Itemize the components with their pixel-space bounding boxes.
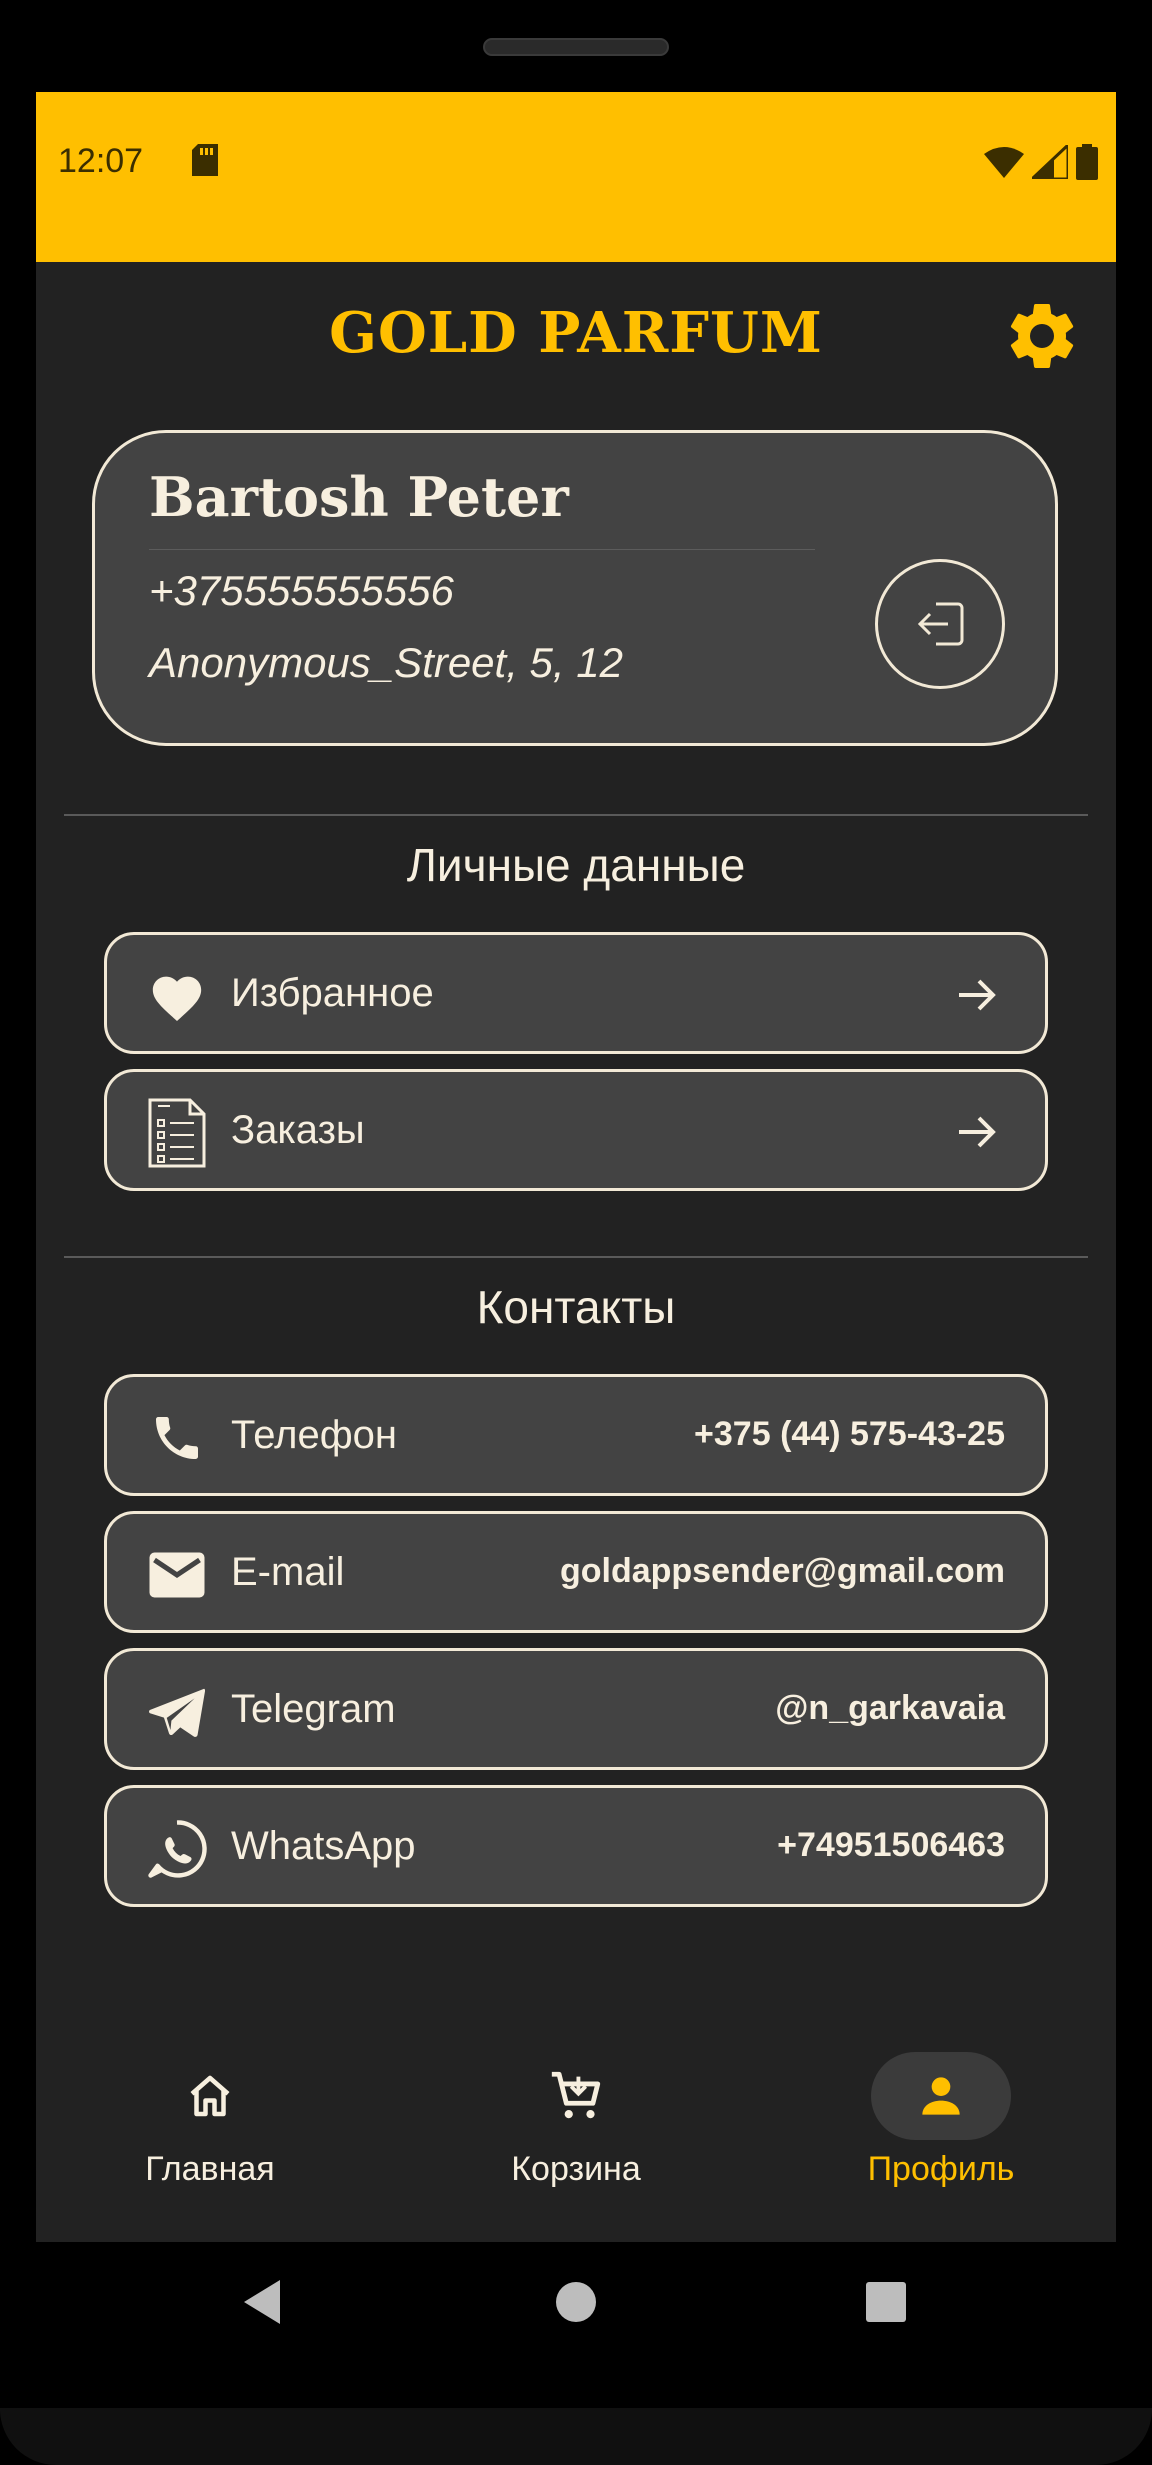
personal-section-title: Личные данные bbox=[406, 839, 746, 891]
speaker-grille bbox=[483, 38, 669, 56]
device-frame: 12:07 GOLD PARFUM Bartosh Peter +3755555… bbox=[0, 0, 1152, 2465]
cart-icon bbox=[551, 2071, 601, 2119]
back-triangle-icon bbox=[244, 2280, 280, 2324]
section-divider bbox=[64, 814, 1088, 816]
orders-row[interactable]: Заказы bbox=[104, 1069, 1048, 1191]
contact-phone-row[interactable]: Телефон +375 (44) 575-43-25 bbox=[104, 1374, 1048, 1496]
favorites-label: Избранное bbox=[231, 971, 434, 1015]
contact-email-value: goldappsender@gmail.com bbox=[559, 1552, 1005, 1590]
bottom-navigation: Главная Корзина Профиль bbox=[36, 2022, 1116, 2242]
profile-address: Anonymous_Street, 5, 12 bbox=[149, 639, 623, 686]
wifi-icon bbox=[984, 147, 1024, 178]
profile-divider bbox=[149, 549, 815, 550]
nav-home[interactable]: Главная bbox=[60, 2022, 360, 2222]
mail-icon bbox=[147, 1545, 207, 1605]
nav-profile[interactable]: Профиль bbox=[791, 2022, 1091, 2222]
contact-whatsapp-label: WhatsApp bbox=[231, 1824, 416, 1868]
profile-name: Bartosh Peter bbox=[149, 465, 569, 529]
arrow-right-icon bbox=[959, 1116, 996, 1148]
bottom-bezel bbox=[0, 2408, 1152, 2465]
home-circle-icon bbox=[556, 2282, 596, 2322]
favorites-row[interactable]: Избранное bbox=[104, 932, 1048, 1054]
contact-whatsapp-value: +74951506463 bbox=[777, 1826, 1005, 1864]
home-icon bbox=[190, 2075, 230, 2117]
nav-cart[interactable]: Корзина bbox=[426, 2022, 726, 2222]
status-bar: 12:07 bbox=[36, 92, 1116, 262]
system-navigation-bar bbox=[0, 2242, 1152, 2370]
telegram-icon bbox=[147, 1682, 207, 1742]
sd-card-icon bbox=[192, 144, 218, 176]
contact-email-row[interactable]: E-mail goldappsender@gmail.com bbox=[104, 1511, 1048, 1633]
recents-button[interactable] bbox=[856, 2272, 916, 2332]
section-divider bbox=[64, 1256, 1088, 1258]
person-icon bbox=[922, 2077, 960, 2115]
status-time: 12:07 bbox=[58, 142, 144, 180]
home-system-button[interactable] bbox=[546, 2272, 606, 2332]
back-button[interactable] bbox=[232, 2272, 292, 2332]
contact-telegram-label: Telegram bbox=[231, 1687, 396, 1731]
nav-cart-pill bbox=[506, 2052, 646, 2140]
app-screen: 12:07 GOLD PARFUM Bartosh Peter +3755555… bbox=[36, 92, 1116, 2242]
status-icons bbox=[984, 144, 1098, 180]
app-title: GOLD PARFUM bbox=[329, 300, 823, 366]
contacts-section-title: Контакты bbox=[476, 1281, 676, 1333]
contact-telegram-row[interactable]: Telegram @n_garkavaia bbox=[104, 1648, 1048, 1770]
nav-cart-label: Корзина bbox=[511, 2150, 641, 2188]
gear-icon bbox=[1010, 303, 1074, 368]
nav-home-pill bbox=[140, 2052, 280, 2140]
heart-icon bbox=[147, 966, 207, 1026]
contact-whatsapp-row[interactable]: WhatsApp +74951506463 bbox=[104, 1785, 1048, 1907]
settings-button[interactable] bbox=[1002, 296, 1082, 376]
nav-profile-label: Профиль bbox=[867, 2150, 1015, 2188]
logout-icon bbox=[917, 602, 964, 646]
arrow-right-icon bbox=[959, 979, 996, 1011]
profile-phone: +375555555556 bbox=[149, 567, 454, 614]
signal-icon bbox=[1032, 145, 1068, 179]
contact-telegram-value: @n_garkavaia bbox=[775, 1689, 1005, 1727]
contact-email-label: E-mail bbox=[231, 1550, 345, 1594]
logout-button[interactable] bbox=[875, 559, 1005, 689]
battery-icon bbox=[1076, 144, 1098, 180]
document-list-icon bbox=[147, 1098, 207, 1168]
profile-card: Bartosh Peter +375555555556 Anonymous_St… bbox=[92, 430, 1058, 746]
nav-profile-pill bbox=[871, 2052, 1011, 2140]
nav-home-label: Главная bbox=[145, 2150, 275, 2188]
recents-square-icon bbox=[866, 2282, 906, 2322]
contact-phone-label: Телефон bbox=[231, 1413, 397, 1457]
contact-phone-value: +375 (44) 575-43-25 bbox=[694, 1415, 1005, 1453]
phone-icon bbox=[147, 1408, 207, 1468]
whatsapp-icon bbox=[147, 1819, 207, 1879]
orders-label: Заказы bbox=[231, 1108, 365, 1152]
